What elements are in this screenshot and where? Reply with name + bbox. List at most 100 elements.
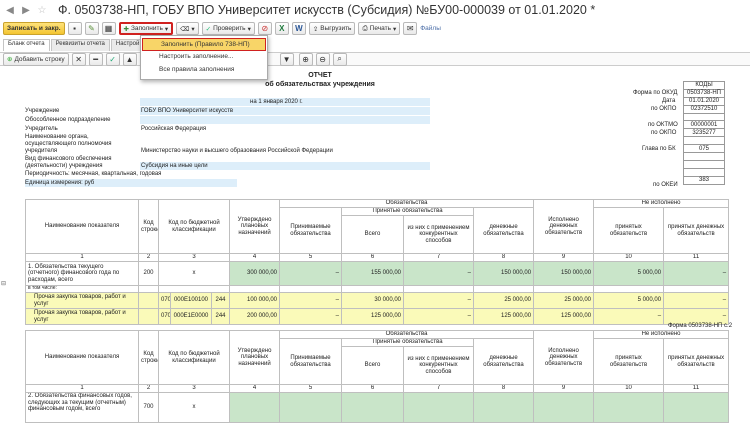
menu-item-all-fill-rules[interactable]: Все правила заполнения (141, 64, 267, 77)
cell-money-ne[interactable] (663, 392, 730, 423)
cell-executed[interactable]: 150 000,00 (533, 261, 595, 286)
edit-pencil-icon[interactable]: ✎ (84, 22, 99, 35)
cell-total[interactable]: 155 000,00 (341, 261, 405, 286)
code-empty-5 (683, 167, 725, 177)
row-code (138, 308, 159, 325)
post-and-close-button[interactable]: Записать и закр. (3, 22, 65, 35)
check-mark-icon[interactable]: ✓ (105, 52, 120, 66)
toolbar: Записать и закр. ▪ ✎ ▦ ✚ Заполнить ▾ ⌫ ▾ … (0, 21, 750, 36)
cell-taken-ne[interactable] (593, 392, 665, 423)
cell-money[interactable]: 125 000,00 (473, 308, 535, 325)
value-organ: Министерство науки и высшего образования… (141, 148, 333, 154)
report-date: на 1 января 2020 г. (250, 99, 303, 105)
cell-executed[interactable] (533, 392, 595, 423)
check-icon: ✓ (205, 25, 212, 33)
cell-competitive[interactable]: – (403, 308, 475, 325)
row-bk: x (157, 261, 231, 286)
col-header-taken-ne: принятых обязательств (593, 338, 665, 385)
zoom-out-icon[interactable]: ⊖ (315, 52, 330, 66)
table-row[interactable]: Прочая закупка товаров, работ и услуг 07… (25, 292, 730, 309)
forward-icon[interactable]: ▶ (20, 4, 32, 16)
attachment-icon[interactable]: ✉ (403, 22, 418, 35)
delete-row-icon[interactable]: ✕ (71, 52, 86, 66)
cell-total[interactable]: 125 000,00 (341, 308, 405, 325)
col-num: 2 (138, 384, 159, 393)
row-bk: x (157, 392, 231, 423)
find-icon[interactable]: ⌕ (332, 52, 347, 66)
table-row[interactable]: Прочая закупка товаров, работ и услуг 07… (25, 308, 730, 325)
code-okpo[interactable]: 02372510 (683, 104, 725, 114)
code-bk[interactable]: 075 (683, 144, 725, 154)
cell-competitive[interactable] (403, 392, 475, 423)
report-title: ОТЧЕТ (308, 72, 332, 79)
code-oktmo[interactable]: 00000001 (683, 120, 725, 130)
cell-accepted[interactable] (279, 392, 343, 423)
cell-total[interactable]: 30 000,00 (341, 292, 405, 309)
cell-approved[interactable]: 300 000,00 (229, 261, 281, 286)
label-finance-1: Вид финансового обеспечения (25, 156, 112, 162)
cell-approved[interactable]: 100 000,00 (229, 292, 281, 309)
tab-report-details[interactable]: Реквизиты отчета (50, 39, 110, 51)
favorite-star-icon[interactable]: ☆ (36, 4, 48, 16)
arrow-up-icon[interactable]: ▲ (122, 52, 137, 66)
obligations-table-page1: Наименование показателя Код строки Код п… (25, 199, 730, 325)
cell-approved[interactable] (229, 392, 281, 423)
tab-report-form[interactable]: Бланк отчета (3, 39, 50, 51)
check-button[interactable]: ✓ Проверить ▾ (201, 22, 255, 35)
cell-accepted[interactable]: – (279, 308, 343, 325)
row-bk-target: 000Е1Е0000 (170, 308, 212, 325)
save-icon[interactable]: ▪ (67, 22, 82, 35)
code-label-oktmo: по ОКТМО (648, 122, 678, 128)
menu-item-configure-fill[interactable]: Настроить заполнение... (141, 51, 267, 64)
col-header-taken: Принятые обязательства (341, 338, 475, 347)
add-row-button[interactable]: ⊕ Добавить строку (3, 52, 69, 66)
clear-button[interactable]: ⌫ ▾ (176, 22, 199, 35)
row-name: в том числе: (25, 285, 139, 293)
cell-executed[interactable]: 125 000,00 (533, 308, 595, 325)
excel-icon[interactable]: X (274, 22, 289, 35)
cell-money[interactable] (473, 392, 535, 423)
row-code: 700 (138, 392, 159, 423)
print-button[interactable]: ⎙ Печать ▾ (358, 22, 401, 35)
label-unit: Единица измерения: руб (25, 180, 95, 186)
cell-money[interactable]: 25 000,00 (473, 292, 535, 309)
col-header-money: денежные обязательства (473, 338, 535, 385)
cell-taken-ne[interactable]: 5 000,00 (593, 292, 665, 309)
word-icon[interactable]: W (291, 22, 306, 35)
code-empty-2 (683, 136, 725, 146)
back-icon[interactable]: ◀ (4, 4, 16, 16)
cell-taken-ne[interactable]: – (593, 308, 665, 325)
arrow-down-icon[interactable]: ▼ (279, 52, 294, 66)
group-toggle-icon[interactable]: ⊟ (1, 280, 7, 287)
add-row-label: Добавить строку (14, 55, 65, 63)
cell-accepted[interactable]: – (279, 292, 343, 309)
code-okpo2[interactable]: 3235277 (683, 128, 725, 138)
cell-money[interactable]: 150 000,00 (473, 261, 535, 286)
cell-competitive[interactable]: – (403, 292, 475, 309)
fill-button[interactable]: ✚ Заполнить ▾ (118, 22, 174, 35)
files-link[interactable]: Файлы (420, 25, 441, 32)
cell-competitive[interactable]: – (403, 261, 475, 286)
cell-taken-ne[interactable]: 5 000,00 (593, 261, 665, 286)
no-edit-icon[interactable]: ⊘ (257, 22, 272, 35)
codes-table: КОДЫ 0503738-НП 01.01.2020 02372510 0000… (683, 81, 725, 185)
cell-money-ne[interactable]: – (663, 261, 730, 286)
label-organ-2: осуществляющего полномочия (25, 141, 112, 147)
cell-total[interactable] (341, 392, 405, 423)
col-num: 5 (279, 253, 343, 262)
col-header-executed: Исполнено денежных обязательств (533, 199, 595, 254)
tab-bar: Бланк отчета Реквизиты отчета Настрой (0, 39, 145, 51)
zoom-in-icon[interactable]: ⊕ (298, 52, 313, 66)
window-title: Ф. 0503738-НП, ГОБУ ВПО Университет иску… (58, 3, 596, 17)
export-button[interactable]: ⇪ Выгрузить (308, 22, 356, 35)
cell-accepted[interactable]: – (279, 261, 343, 286)
code-date[interactable]: 01.01.2020 (683, 96, 725, 106)
code-okud[interactable]: 0503738-НП (683, 88, 725, 98)
remove-icon[interactable]: ━ (88, 52, 103, 66)
cell-money-ne[interactable]: – (663, 292, 730, 309)
table-icon[interactable]: ▦ (101, 22, 116, 35)
cell-executed[interactable]: 25 000,00 (533, 292, 595, 309)
menu-item-fill-rule-738[interactable]: Заполнить (Правило 738-НП) (142, 38, 266, 51)
cell-approved[interactable]: 200 000,00 (229, 308, 281, 325)
code-okei[interactable]: 383 (683, 175, 725, 185)
